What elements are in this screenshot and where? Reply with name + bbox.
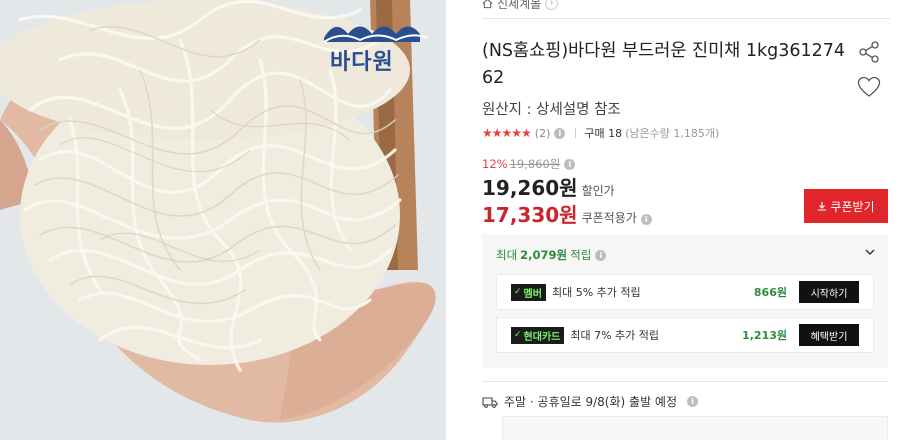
coupon-download-button[interactable]: 쿠폰받기	[804, 189, 888, 223]
product-title: (NS홈쇼핑)바다원 부드러운 진미채 1kg36127462	[482, 41, 846, 88]
wave-icon	[323, 26, 429, 43]
divider	[482, 18, 890, 19]
review-count[interactable]: (2)	[535, 127, 551, 140]
divider	[482, 381, 888, 382]
info-icon[interactable]: i	[564, 158, 576, 170]
sale-price-label: 할인가	[581, 184, 615, 198]
coupon-price-row: 17,330원 쿠폰적용가 i	[482, 199, 652, 228]
badge-label: 현대카드	[523, 331, 561, 343]
get-benefit-button[interactable]: 혜택받기	[799, 324, 859, 346]
breadcrumb[interactable]: 신세계몰 ›	[482, 0, 559, 12]
share-icon[interactable]	[857, 40, 881, 64]
points-summary[interactable]: 최대 2,079원 적립 i	[496, 247, 607, 263]
card-description: 최대 5% 추가 적립	[551, 286, 641, 299]
brand-logo-text: 바다원	[330, 50, 394, 75]
heart-icon[interactable]	[857, 76, 881, 98]
card-description: 최대 7% 추가 적립	[570, 329, 660, 342]
card-points-amount: 1,213원	[742, 329, 787, 342]
truck-icon	[482, 396, 498, 408]
badge-label: 멤버	[523, 288, 542, 300]
original-price: 19,860원	[509, 157, 561, 171]
product-image: 바다원	[0, 0, 446, 440]
coupon-price-label: 쿠폰적용가	[581, 211, 637, 225]
points-amount: 2,079원	[520, 248, 568, 262]
remaining-stock: (남은수량 1,185개)	[625, 127, 720, 140]
points-suffix: 적립	[570, 248, 592, 262]
coupon-button-label: 쿠폰받기	[830, 199, 875, 214]
sale-price-row: 19,260원 할인가	[482, 172, 615, 201]
discount-row: 12% 19,860원 i	[482, 156, 576, 172]
shipping-text: 주말 · 공휴일로 9/8(화) 출발 예정	[504, 395, 678, 409]
membership-badge: ✓ 멤버	[511, 283, 546, 301]
points-card-row: ✓ 현대카드 최대 7% 추가 적립 1,213원 혜택받기	[496, 317, 874, 353]
card-points-amount: 866원	[753, 286, 787, 299]
brand-logo: 바다원	[322, 20, 430, 76]
coupon-price: 17,330원	[482, 203, 578, 227]
product-info-panel: 신세계몰 › (NS홈쇼핑)바다원 부드러운 진미채 1kg36127462 원…	[446, 0, 900, 440]
chevron-right-icon: ›	[545, 0, 559, 10]
points-panel: 최대 2,079원 적립 i ✓ 멤버 최대 5% 추가 적립 866원 시작하…	[482, 234, 888, 368]
info-icon[interactable]: i	[554, 127, 566, 139]
rating-stars: ★★★★★	[482, 126, 532, 140]
shipping-info: 주말 · 공휴일로 9/8(화) 출발 예정 i	[482, 393, 699, 410]
points-card-row: ✓ 멤버 최대 5% 추가 적립 866원 시작하기	[496, 274, 874, 310]
hyundai-card-badge: ✓ 현대카드	[511, 326, 565, 344]
info-icon[interactable]: i	[687, 396, 699, 407]
home-icon	[482, 0, 493, 8]
discount-rate: 12%	[482, 157, 508, 171]
purchase-count: 구매 18	[584, 127, 623, 140]
rating-row: ★★★★★ (2) i 구매 18 (남은수량 1,185개)	[482, 125, 719, 141]
check-icon: ✓	[514, 287, 522, 297]
points-prefix: 최대	[496, 248, 518, 262]
shipping-detail-box	[502, 416, 888, 440]
info-icon[interactable]: i	[595, 249, 607, 261]
check-icon: ✓	[514, 330, 522, 340]
origin-info: 원산지 : 상세설명 참조	[482, 102, 621, 118]
chevron-down-icon[interactable]	[864, 246, 876, 258]
info-icon[interactable]: i	[640, 214, 652, 225]
breadcrumb-label[interactable]: 신세계몰	[497, 0, 541, 12]
sale-price: 19,260원	[482, 176, 578, 200]
start-membership-button[interactable]: 시작하기	[799, 281, 859, 303]
divider	[575, 128, 577, 138]
download-icon	[818, 202, 827, 211]
